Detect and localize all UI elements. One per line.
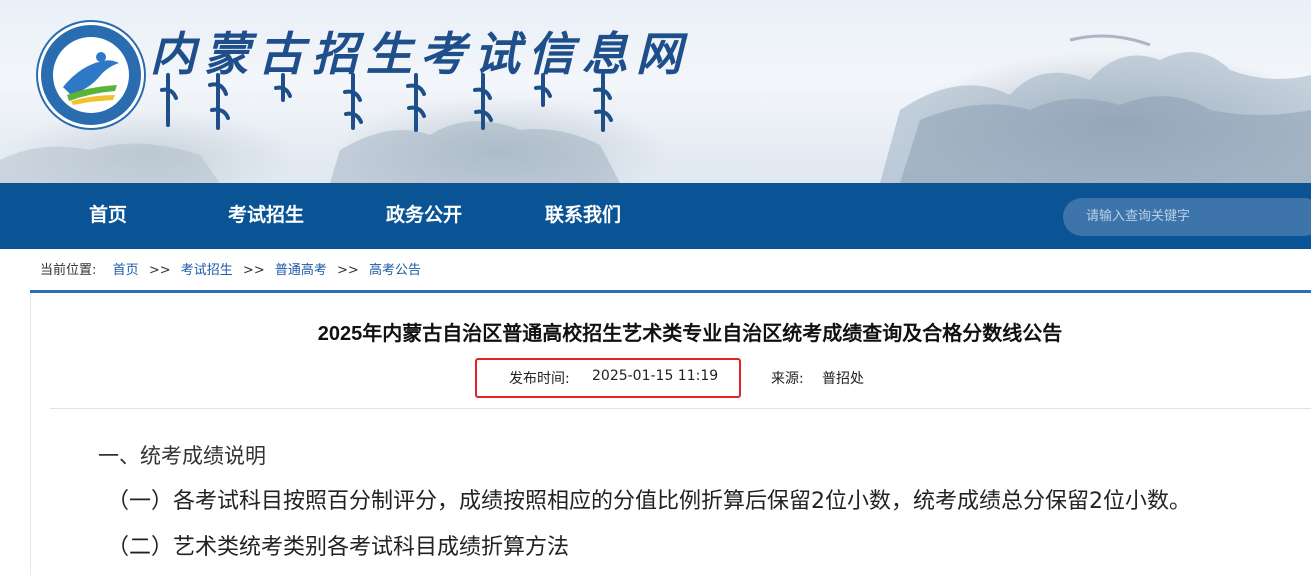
- source-label: 来源:: [771, 371, 804, 387]
- breadcrumb-item-gaokao[interactable]: 普通高考: [275, 263, 327, 278]
- breadcrumb-prefix: 当前位置:: [40, 263, 97, 278]
- section-heading: 一、统考成绩说明: [98, 444, 266, 468]
- nav-item-exam-admission[interactable]: 考试招生: [228, 183, 304, 249]
- breadcrumb: 当前位置: 首页 >> 考试招生 >> 普通高考 >> 高考公告: [40, 261, 421, 281]
- publish-time-label: 发布时间:: [509, 371, 570, 387]
- site-logo[interactable]: [38, 22, 144, 128]
- article-divider: [50, 408, 1311, 409]
- breadcrumb-item-exam-admission[interactable]: 考试招生: [181, 263, 233, 278]
- nav-item-government-affairs[interactable]: 政务公开: [386, 183, 462, 249]
- publish-time-value: 2025-01-15 11:19: [592, 368, 719, 384]
- article-paragraph: （一）各考试科目按照百分制评分，成绩按照相应的分值比例折算后保留2位小数，统考成…: [107, 489, 1191, 514]
- site-banner: 内蒙古招生考试信息网: [0, 0, 1311, 183]
- breadcrumb-item-gaokao-notice[interactable]: 高考公告: [369, 263, 421, 278]
- content-left-border: [30, 293, 31, 575]
- article-paragraph: （二）艺术类统考类别各考试科目成绩折算方法: [107, 535, 570, 560]
- mongolian-script-title: [160, 73, 613, 132]
- nav-item-contact-us[interactable]: 联系我们: [545, 183, 621, 249]
- breadcrumb-separator: >>: [148, 263, 171, 278]
- source-value: 普招处: [822, 371, 864, 387]
- article-title: 2025年内蒙古自治区普通高校招生艺术类专业自治区统考成绩查询及合格分数线公告: [317, 323, 1063, 345]
- search-input[interactable]: 请输入查询关键字: [1063, 198, 1311, 236]
- breadcrumb-separator: >>: [337, 263, 359, 278]
- logo-emblem-icon: [53, 37, 129, 113]
- breadcrumb-item-home[interactable]: 首页: [113, 263, 139, 278]
- breadcrumb-divider: [30, 290, 1311, 293]
- nav-item-home[interactable]: 首页: [89, 183, 127, 249]
- breadcrumb-separator: >>: [242, 263, 265, 278]
